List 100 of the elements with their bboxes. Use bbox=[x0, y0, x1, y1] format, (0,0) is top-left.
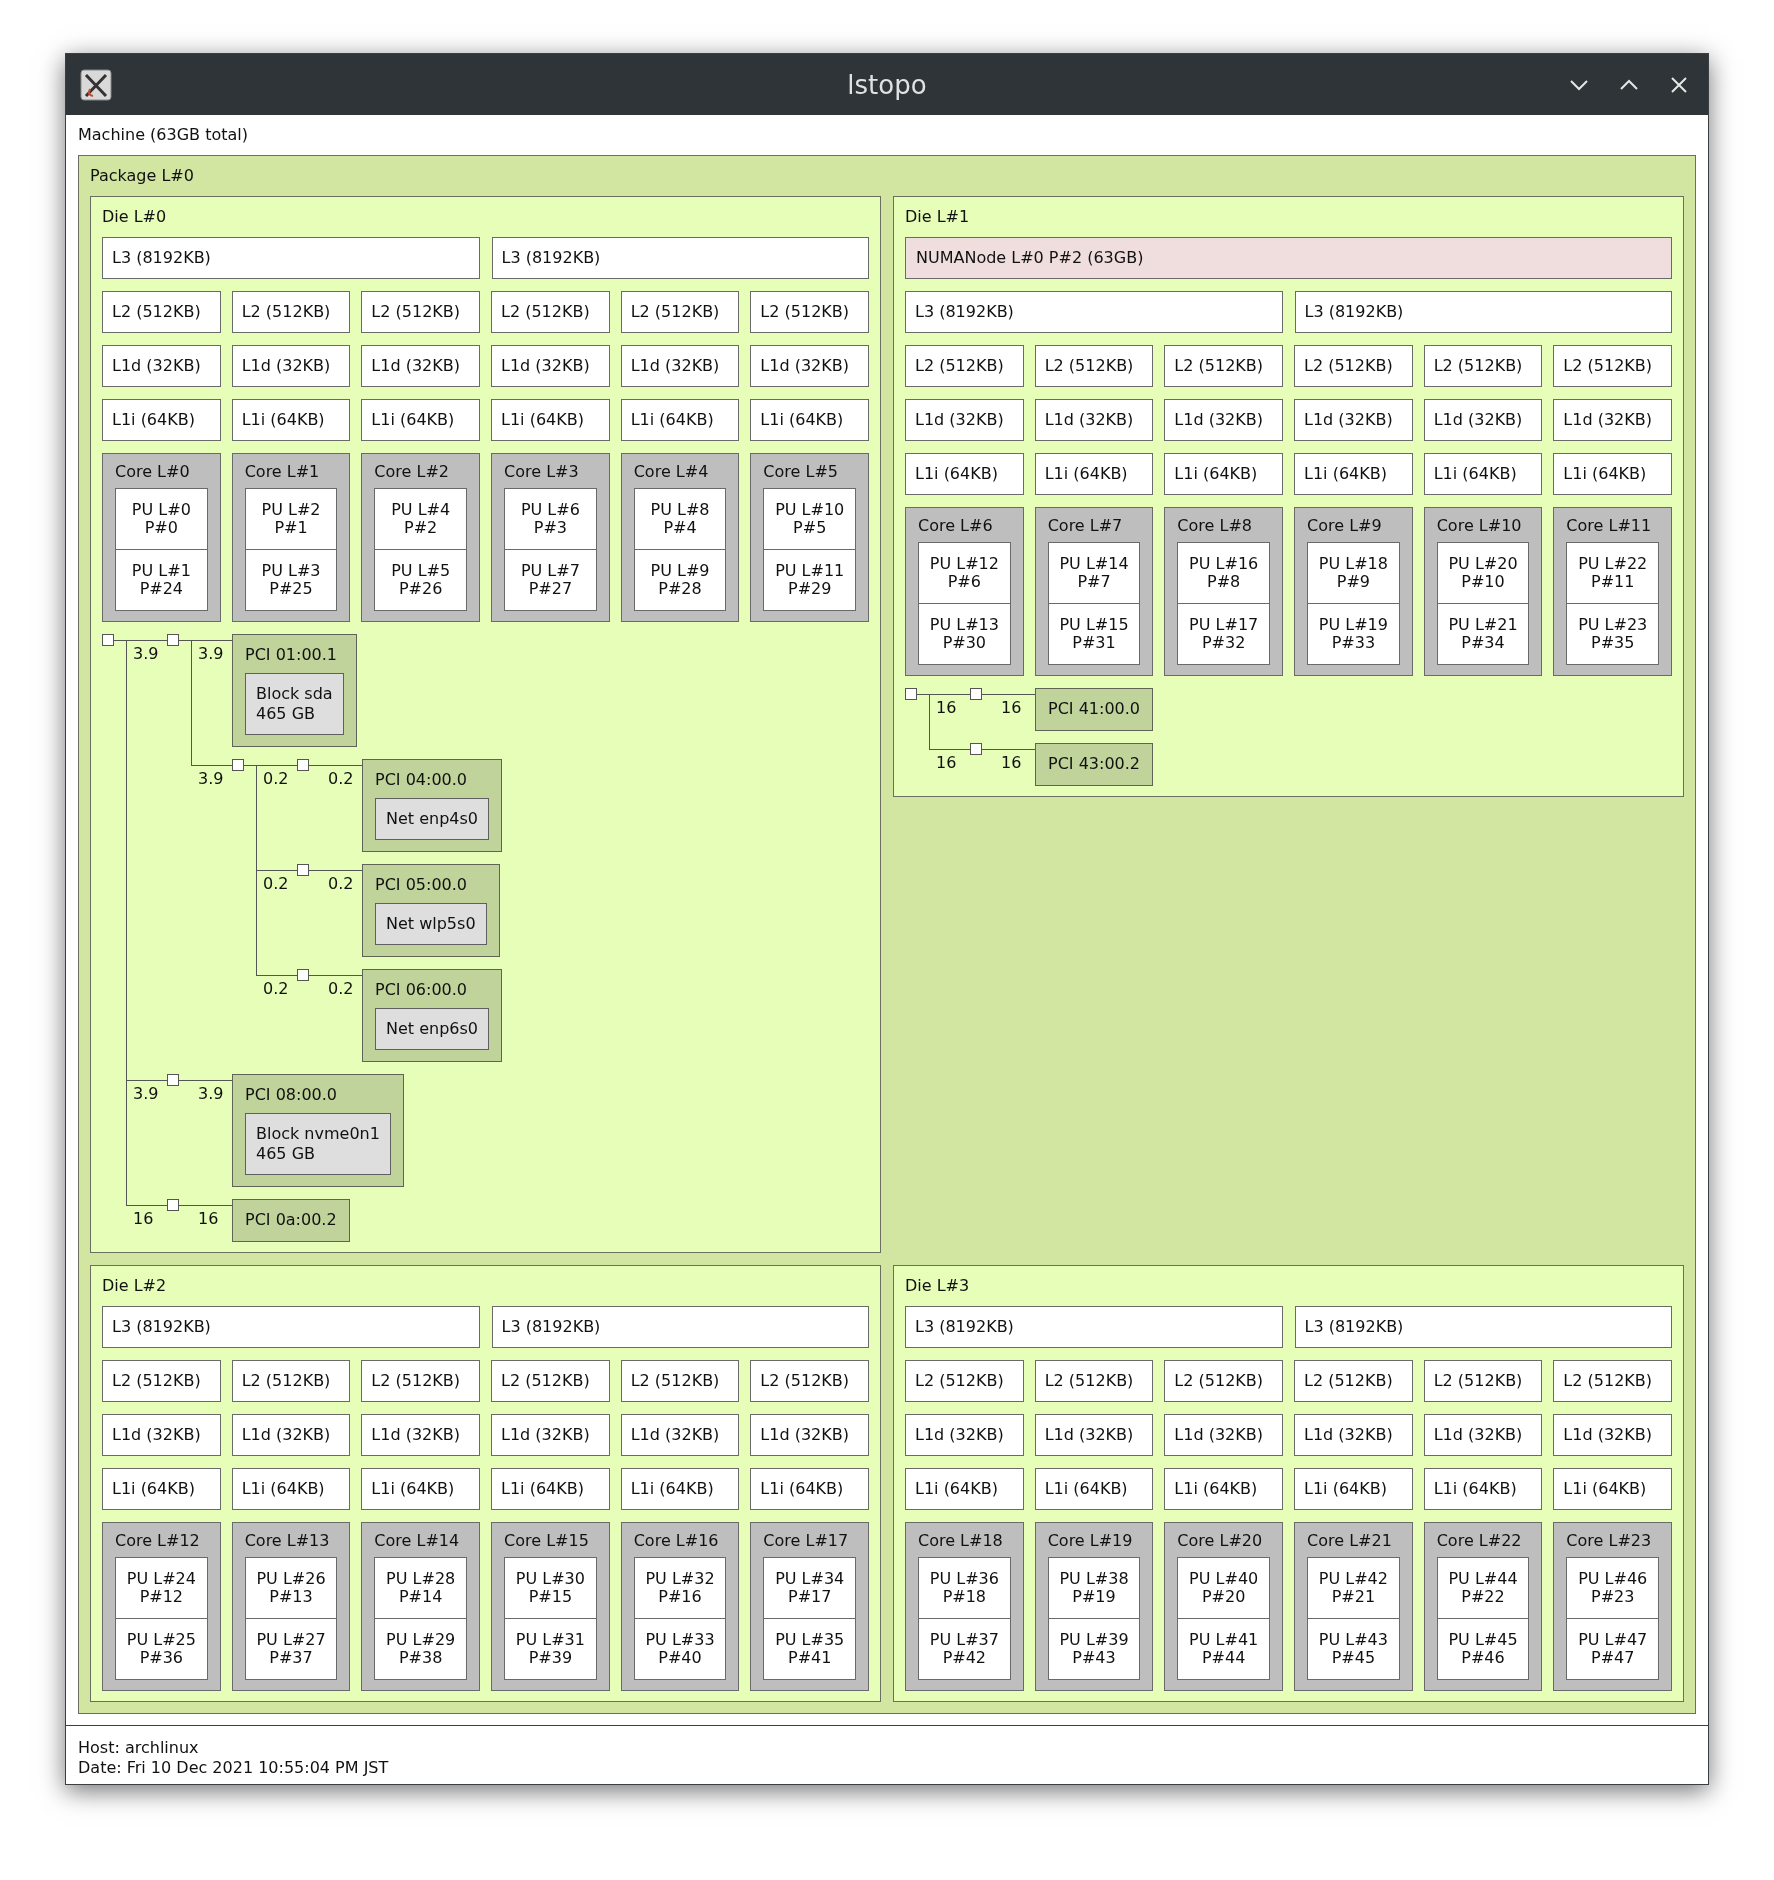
cache-block: L1d (32KB) bbox=[361, 345, 480, 387]
processing-unit: PU L#3 P#25 bbox=[244, 549, 338, 611]
cache-block: L3 (8192KB) bbox=[1294, 291, 1672, 333]
os-device: Block sda 465 GB bbox=[245, 673, 344, 735]
processing-unit: PU L#36 P#18 bbox=[918, 1557, 1011, 1619]
cache-block: L1d (32KB) bbox=[1294, 399, 1413, 441]
cache-block: L3 (8192KB) bbox=[491, 1306, 869, 1348]
cache-block: L1i (64KB) bbox=[620, 1468, 740, 1510]
processing-unit: PU L#1 P#24 bbox=[115, 549, 208, 611]
core-label: Core L#5 bbox=[763, 462, 839, 482]
cache-block: L1d (32KB) bbox=[1164, 399, 1283, 441]
cache-block: L1i (64KB) bbox=[1423, 453, 1543, 495]
cache-block: L2 (512KB) bbox=[1294, 1360, 1413, 1402]
processing-unit: PU L#38 P#19 bbox=[1047, 1557, 1141, 1619]
bridge-square bbox=[970, 743, 982, 755]
core-label: Core L#15 bbox=[504, 1531, 590, 1551]
cache-block: L1d (32KB) bbox=[905, 1414, 1024, 1456]
cache-block: L1d (32KB) bbox=[1423, 399, 1543, 441]
cache-block: L1i (64KB) bbox=[361, 399, 480, 441]
cache-block: L1d (32KB) bbox=[231, 345, 351, 387]
processing-unit: PU L#25 P#36 bbox=[115, 1618, 208, 1680]
numa-node: NUMANode L#0 P#2 (63GB) bbox=[905, 237, 1672, 279]
processing-unit: PU L#27 P#37 bbox=[244, 1618, 338, 1680]
os-device: Net enp6s0 bbox=[375, 1008, 489, 1050]
processing-unit: PU L#10 P#5 bbox=[763, 488, 857, 550]
processing-unit: PU L#11 P#29 bbox=[763, 549, 857, 611]
cache-block: L1i (64KB) bbox=[620, 399, 740, 441]
cache-block: L1d (32KB) bbox=[1164, 1414, 1283, 1456]
processing-unit: PU L#12 P#6 bbox=[918, 542, 1011, 604]
cache-block: L1i (64KB) bbox=[231, 1468, 351, 1510]
processing-unit: PU L#46 P#23 bbox=[1566, 1557, 1660, 1619]
processing-unit: PU L#0 P#0 bbox=[115, 488, 208, 550]
cache-block: L1i (64KB) bbox=[491, 399, 610, 441]
cache-block: L1i (64KB) bbox=[1164, 1468, 1283, 1510]
processing-unit: PU L#34 P#17 bbox=[763, 1557, 857, 1619]
cache-block: L2 (512KB) bbox=[750, 291, 870, 333]
os-device: Net wlp5s0 bbox=[375, 903, 487, 945]
cache-block: L1i (64KB) bbox=[1294, 1468, 1413, 1510]
cache-block: L1i (64KB) bbox=[750, 1468, 870, 1510]
processing-unit: PU L#39 P#43 bbox=[1047, 1618, 1141, 1680]
processing-unit: PU L#41 P#44 bbox=[1177, 1618, 1270, 1680]
bridge-square bbox=[297, 969, 309, 981]
processing-unit: PU L#19 P#33 bbox=[1307, 603, 1400, 665]
core-label: Core L#4 bbox=[633, 462, 710, 482]
cache-block: L2 (512KB) bbox=[905, 1360, 1024, 1402]
pci-label: PCI 43:00.2 bbox=[1048, 754, 1140, 774]
bridge-square bbox=[970, 688, 982, 700]
cache-block: L2 (512KB) bbox=[102, 1360, 221, 1402]
core-label: Core L#21 bbox=[1307, 1531, 1393, 1551]
bridge-square bbox=[167, 634, 179, 646]
link-speed: 3.9 bbox=[132, 643, 160, 664]
processing-unit: PU L#17 P#32 bbox=[1177, 603, 1270, 665]
cache-block: L1d (32KB) bbox=[750, 1414, 870, 1456]
connector-line bbox=[982, 749, 1035, 750]
core-label: Core L#1 bbox=[244, 462, 321, 482]
core-label: Core L#3 bbox=[504, 462, 580, 482]
core-label: Core L#17 bbox=[763, 1531, 850, 1551]
processing-unit: PU L#28 P#14 bbox=[374, 1557, 467, 1619]
processing-unit: PU L#2 P#1 bbox=[244, 488, 338, 550]
cache-block: L1d (32KB) bbox=[1294, 1414, 1413, 1456]
bridge-square bbox=[297, 864, 309, 876]
processing-unit: PU L#23 P#35 bbox=[1566, 603, 1660, 665]
link-speed: 16 bbox=[197, 1208, 220, 1229]
cache-block: L1d (32KB) bbox=[1034, 399, 1154, 441]
cache-block: L3 (8192KB) bbox=[102, 1306, 480, 1348]
processing-unit: PU L#42 P#21 bbox=[1307, 1557, 1400, 1619]
processing-unit: PU L#16 P#8 bbox=[1177, 542, 1270, 604]
cache-block: L1d (32KB) bbox=[102, 1414, 221, 1456]
cache-block: L2 (512KB) bbox=[750, 1360, 870, 1402]
processing-unit: PU L#20 P#10 bbox=[1436, 542, 1530, 604]
connector-line bbox=[179, 1205, 232, 1206]
cache-block: L2 (512KB) bbox=[620, 1360, 740, 1402]
pci-label: PCI 41:00.0 bbox=[1048, 699, 1140, 719]
processing-unit: PU L#7 P#27 bbox=[504, 549, 597, 611]
os-device: Net enp4s0 bbox=[375, 798, 489, 840]
link-speed: 16 bbox=[132, 1208, 155, 1229]
link-speed: 16 bbox=[1000, 697, 1023, 718]
cache-block: L1i (64KB) bbox=[491, 1468, 610, 1510]
cache-block: L2 (512KB) bbox=[1164, 345, 1283, 387]
processing-unit: PU L#32 P#16 bbox=[633, 1557, 727, 1619]
link-speed: 0.2 bbox=[262, 873, 290, 894]
os-device: Block nvme0n1 465 GB bbox=[245, 1113, 391, 1175]
cache-block: L1i (64KB) bbox=[750, 399, 870, 441]
machine-label: Machine (63GB total) bbox=[78, 125, 249, 145]
app-icon bbox=[80, 68, 112, 101]
connector-line bbox=[179, 1080, 232, 1081]
link-speed: 16 bbox=[1000, 752, 1023, 773]
cache-block: L1i (64KB) bbox=[361, 1468, 480, 1510]
bridge-square bbox=[232, 759, 244, 771]
link-speed: 3.9 bbox=[197, 1083, 225, 1104]
core-label: Core L#6 bbox=[918, 516, 994, 536]
cache-block: L3 (8192KB) bbox=[905, 1306, 1283, 1348]
bridge-square bbox=[167, 1199, 179, 1211]
processing-unit: PU L#43 P#45 bbox=[1307, 1618, 1400, 1680]
bridge-square bbox=[102, 634, 114, 646]
cache-block: L2 (512KB) bbox=[1423, 1360, 1543, 1402]
cache-block: L1d (32KB) bbox=[620, 1414, 740, 1456]
cache-block: L2 (512KB) bbox=[231, 291, 351, 333]
core-label: Core L#19 bbox=[1047, 1531, 1134, 1551]
cache-block: L1i (64KB) bbox=[1553, 1468, 1673, 1510]
